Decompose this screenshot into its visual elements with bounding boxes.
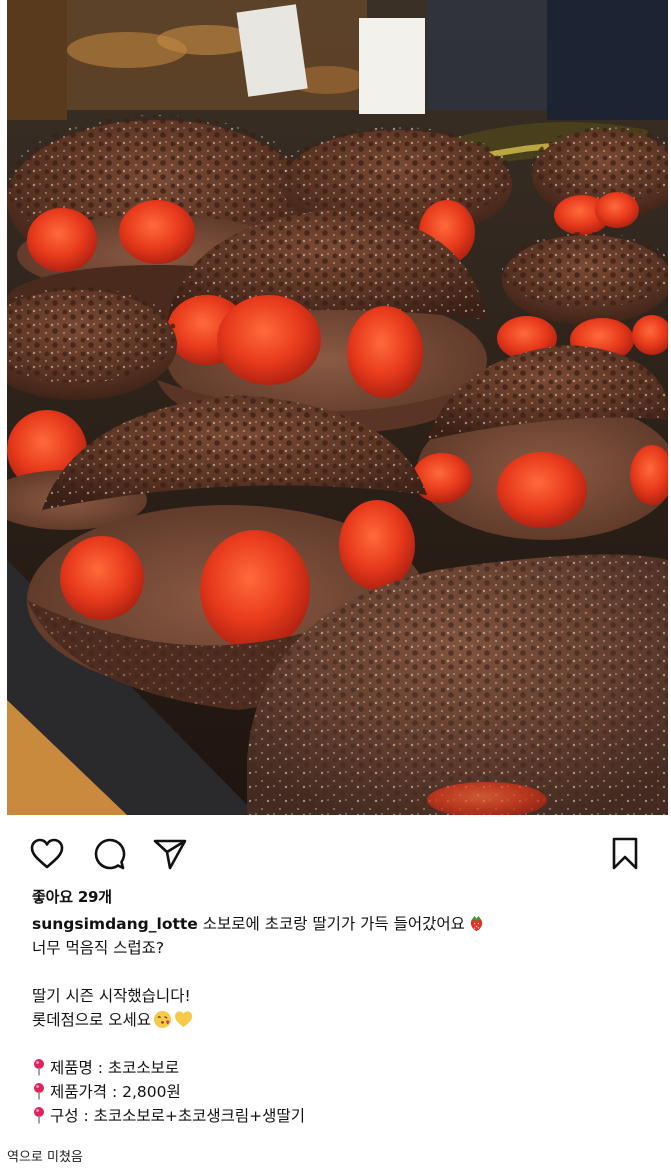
product-name: 제품명 : 초코소보로: [50, 1059, 180, 1077]
instagram-post: 좋아요 29개 sungsimdang_lotte 소보로에 초코랑 딸기가 가…: [7, 0, 668, 1140]
bun-middle-right: [497, 232, 668, 362]
send-icon: [153, 839, 187, 870]
share-button[interactable]: [150, 834, 190, 874]
round-pushpin-icon: [34, 1107, 44, 1124]
strawberry-emoji: [470, 915, 483, 932]
action-bar: [7, 826, 668, 878]
post-caption: sungsimdang_lotte 소보로에 초코랑 딸기가 가득 들어갔어요 …: [32, 912, 652, 1128]
detail-line: 구성 : 초코소보로+초코생크림+생딸기: [32, 1104, 652, 1128]
detail-line: 제품명 : 초코소보로: [32, 1056, 652, 1080]
caption-line: sungsimdang_lotte 소보로에 초코랑 딸기가 가득 들어갔어요: [32, 912, 652, 936]
product-price: 제품가격 : 2,800원: [50, 1083, 181, 1101]
heart-icon: [30, 838, 64, 869]
like-button[interactable]: [27, 834, 67, 874]
caption-line: 딸기 시즌 시작했습니다!: [32, 987, 191, 1005]
choco-soboro-strawberry-bread-image: [7, 0, 668, 815]
detail-line: 제품가격 : 2,800원: [32, 1080, 652, 1104]
comment-icon: [94, 838, 126, 870]
caption-text: 롯데점으로 오세요: [32, 1011, 152, 1029]
post-photo[interactable]: [7, 0, 668, 815]
caption-text: 소보로에 초코랑 딸기가 가득 들어갔어요: [202, 915, 465, 933]
yellow-heart-emoji: [174, 1011, 193, 1028]
round-pushpin-icon: [34, 1083, 44, 1100]
bookmark-icon: [612, 837, 638, 870]
footer-comment: 역으로 미쳤음: [7, 1150, 83, 1165]
product-composition: 구성 : 초코소보로+초코생크림+생딸기: [50, 1107, 305, 1125]
round-pushpin-icon: [34, 1059, 44, 1076]
username-link[interactable]: sungsimdang_lotte: [32, 915, 198, 933]
save-button[interactable]: [605, 834, 645, 874]
likes-count[interactable]: 좋아요 29개: [32, 886, 112, 907]
face-blowing-kiss-emoji: [153, 1010, 172, 1029]
caption-line: 너무 먹음직 스럽죠?: [32, 939, 165, 957]
comment-button[interactable]: [89, 834, 129, 874]
caption-line: 롯데점으로 오세요: [32, 1008, 652, 1032]
